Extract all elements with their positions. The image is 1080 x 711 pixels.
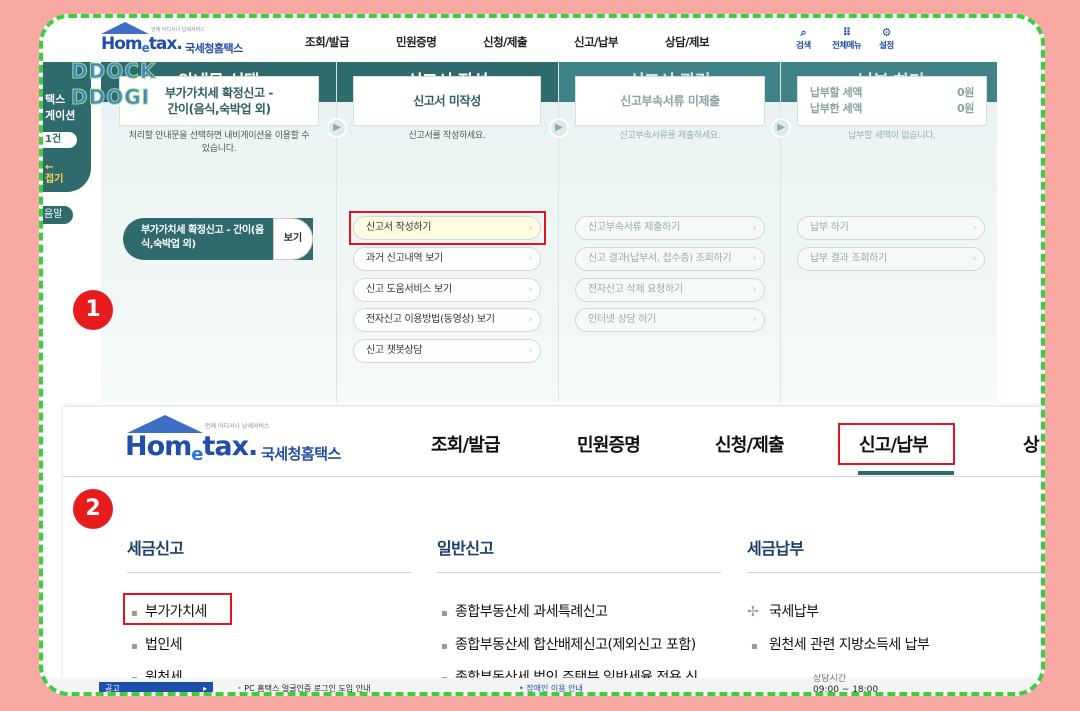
right-gutter bbox=[997, 62, 1041, 402]
step-marker-1: 1 bbox=[73, 290, 113, 330]
hometax-logo[interactable]: 언제 어디서나 납세서비스 Hometax. 국세청홈택스 bbox=[125, 415, 375, 465]
nav-inquiry[interactable]: 조회/발급 bbox=[431, 431, 501, 457]
divider bbox=[747, 572, 1041, 573]
view-notice-button[interactable]: 보기 bbox=[273, 218, 313, 260]
notice-hint: 처리할 안내문을 선택하면 내비게이션을 이용할 수 있습니다. bbox=[128, 131, 310, 154]
pay-amount-card: 납부할 세액 0원 납부한 세액 0원 bbox=[797, 76, 987, 126]
amount-row: 납부한 세액 0원 bbox=[810, 102, 974, 115]
nav-consult[interactable]: 상담/제보 bbox=[665, 34, 710, 50]
menu-item-national-tax-pay[interactable]: ✢ 국세납부 bbox=[747, 601, 819, 621]
active-tab-underline bbox=[858, 471, 954, 475]
step-arrow-icon: ▶ bbox=[771, 118, 791, 138]
highlight-box bbox=[838, 423, 955, 465]
hometax-menu-dropdown: 언제 어디서나 납세서비스 Hometax. 국세청홈택스 조회/발급 민원증명… bbox=[63, 407, 1041, 692]
plus-icon: ✢ bbox=[747, 604, 759, 620]
manage-hint: 신고부속서류를 제출하세요. bbox=[619, 131, 721, 141]
top-header: 언제 어디서나 납세서비스 Hometax. 국세청홈택스 조회/발급 민원증명… bbox=[43, 18, 1041, 62]
search-tool[interactable]: ⌕ 검색 bbox=[796, 26, 811, 51]
pay-result-link[interactable]: 납부 결과 조회하기 › bbox=[797, 247, 985, 271]
search-icon: ⌕ bbox=[800, 26, 807, 39]
nav-certificate[interactable]: 민원증명 bbox=[396, 34, 437, 50]
online-consult-link[interactable]: 인터넷 상담 하기 › bbox=[575, 308, 765, 332]
divider bbox=[127, 572, 411, 573]
step-arrow-icon: ▶ bbox=[549, 118, 569, 138]
chevron-right-icon: › bbox=[752, 223, 757, 233]
nav-inquiry[interactable]: 조회/발급 bbox=[305, 34, 350, 50]
chevron-right-icon: › bbox=[528, 315, 533, 325]
pay-hint: 납부할 세액이 없습니다. bbox=[848, 131, 936, 141]
chevron-right-icon: ▸ bbox=[202, 684, 207, 693]
menu-item-corporate-tax[interactable]: ▪ 법인세 bbox=[131, 634, 183, 654]
write-hint: 신고서를 작성하세요. bbox=[408, 131, 486, 141]
arrow-left-icon: ← bbox=[45, 162, 54, 173]
menu-item-property-special[interactable]: ▪ 종합부동산세 과세특례신고 bbox=[441, 601, 608, 621]
submit-attachments-link[interactable]: 신고부속서류 제출하기 › bbox=[575, 216, 765, 240]
logo-korean: 국세청홈택스 bbox=[185, 42, 243, 55]
chevron-right-icon: › bbox=[752, 254, 757, 264]
nav-certificate[interactable]: 민원증명 bbox=[577, 431, 641, 457]
pay-link[interactable]: 납부 하기 › bbox=[797, 216, 985, 240]
report-result-link[interactable]: 신고 결과(납부서, 접수증) 조회하기 › bbox=[575, 247, 765, 271]
sidebar-tab[interactable]: 음말 bbox=[43, 206, 73, 224]
chevron-right-icon: › bbox=[972, 254, 977, 264]
section-general-report: 일반신고 bbox=[437, 539, 494, 558]
notice-link-2[interactable]: • 장애인 이용 안내 bbox=[519, 683, 583, 692]
fold-button[interactable]: ← 접기 bbox=[45, 162, 63, 186]
chevron-right-icon: › bbox=[528, 285, 533, 295]
section-tax-report: 세금신고 bbox=[127, 539, 184, 558]
notice-text[interactable]: • PC 홈택스 얼굴인증 로그인 도입 안내 bbox=[237, 683, 370, 692]
logo-wordmark: Hometax. bbox=[101, 34, 183, 55]
hometax-navigation-panel: 언제 어디서나 납세서비스 Hometax. 국세청홈택스 조회/발급 민원증명… bbox=[43, 18, 1041, 418]
nav-application[interactable]: 신청/제출 bbox=[483, 34, 528, 50]
chevron-right-icon: › bbox=[752, 315, 757, 325]
past-reports-link[interactable]: 과거 신고내역 보기 › bbox=[353, 247, 541, 271]
chevron-right-icon: › bbox=[752, 285, 757, 295]
highlight-box bbox=[349, 211, 546, 245]
how-to-video-link[interactable]: 전자신고 이용방법(동영상) 보기 › bbox=[353, 308, 541, 332]
step-marker-2: 2 bbox=[73, 489, 113, 529]
chevron-right-icon: › bbox=[528, 254, 533, 264]
logo-tagline: 언제 어디서나 납세서비스 bbox=[205, 423, 270, 430]
highlight-box bbox=[123, 593, 232, 625]
nav-consult[interactable]: 상 bbox=[1023, 431, 1040, 457]
chevron-right-icon: › bbox=[972, 223, 977, 233]
step-arrow-icon: ▶ bbox=[327, 118, 347, 138]
logo-korean: 국세청홈택스 bbox=[261, 445, 341, 463]
menu-item-local-income-pay[interactable]: ▪ 원천세 관련 지방소득세 납부 bbox=[751, 634, 930, 654]
chatbot-link[interactable]: 신고 챗봇상담 › bbox=[353, 339, 541, 363]
top-header: 언제 어디서나 납세서비스 Hometax. 국세청홈택스 조회/발급 민원증명… bbox=[63, 407, 1041, 477]
help-service-link[interactable]: 신고 도움서비스 보기 › bbox=[353, 278, 541, 302]
nav-report-pay[interactable]: 신고/납부 bbox=[574, 34, 619, 50]
write-status-card: 신고서 미작성 bbox=[353, 76, 541, 126]
all-menu-tool[interactable]: ⠿ 전체메뉴 bbox=[832, 26, 862, 51]
consult-hours: 상담시간 09:00 ~ 18:00 bbox=[813, 674, 879, 695]
hometax-logo[interactable]: 언제 어디서나 납세서비스 Hometax. 국세청홈택스 bbox=[101, 22, 261, 58]
chevron-right-icon: › bbox=[528, 346, 533, 356]
logo-wordmark: Hometax. bbox=[125, 431, 258, 465]
roof-icon bbox=[101, 22, 149, 34]
delete-request-link[interactable]: 전자신고 삭제 요청하기 › bbox=[575, 278, 765, 302]
watermark: DDOCK DDOGI bbox=[70, 59, 157, 110]
section-tax-payment: 세금납부 bbox=[747, 539, 804, 558]
gear-icon: ⚙ bbox=[881, 26, 892, 39]
count-badge: 1건 bbox=[43, 132, 77, 148]
notice-bar[interactable]: 공고 ▸ bbox=[99, 682, 213, 693]
nav-application[interactable]: 신청/제출 bbox=[715, 431, 785, 457]
settings-tool[interactable]: ⚙ 설정 bbox=[879, 26, 894, 51]
menu-item-property-exclusion[interactable]: ▪ 종합부동산세 합산배제신고(제외신고 포함) bbox=[441, 634, 696, 654]
screenshot-frame: 언제 어디서나 납세서비스 Hometax. 국세청홈택스 조회/발급 민원증명… bbox=[39, 14, 1045, 696]
divider bbox=[437, 572, 721, 573]
amount-row: 납부할 세액 0원 bbox=[810, 86, 974, 99]
logo-tagline: 언제 어디서나 납세서비스 bbox=[151, 27, 205, 33]
grid-icon: ⠿ bbox=[842, 26, 852, 39]
manage-status-card: 신고부속서류 미제출 bbox=[575, 76, 765, 126]
page-footer: 공고 ▸ • PC 홈택스 얼굴인증 로그인 도입 안내 • 장애인 이용 안내 … bbox=[43, 674, 1041, 693]
